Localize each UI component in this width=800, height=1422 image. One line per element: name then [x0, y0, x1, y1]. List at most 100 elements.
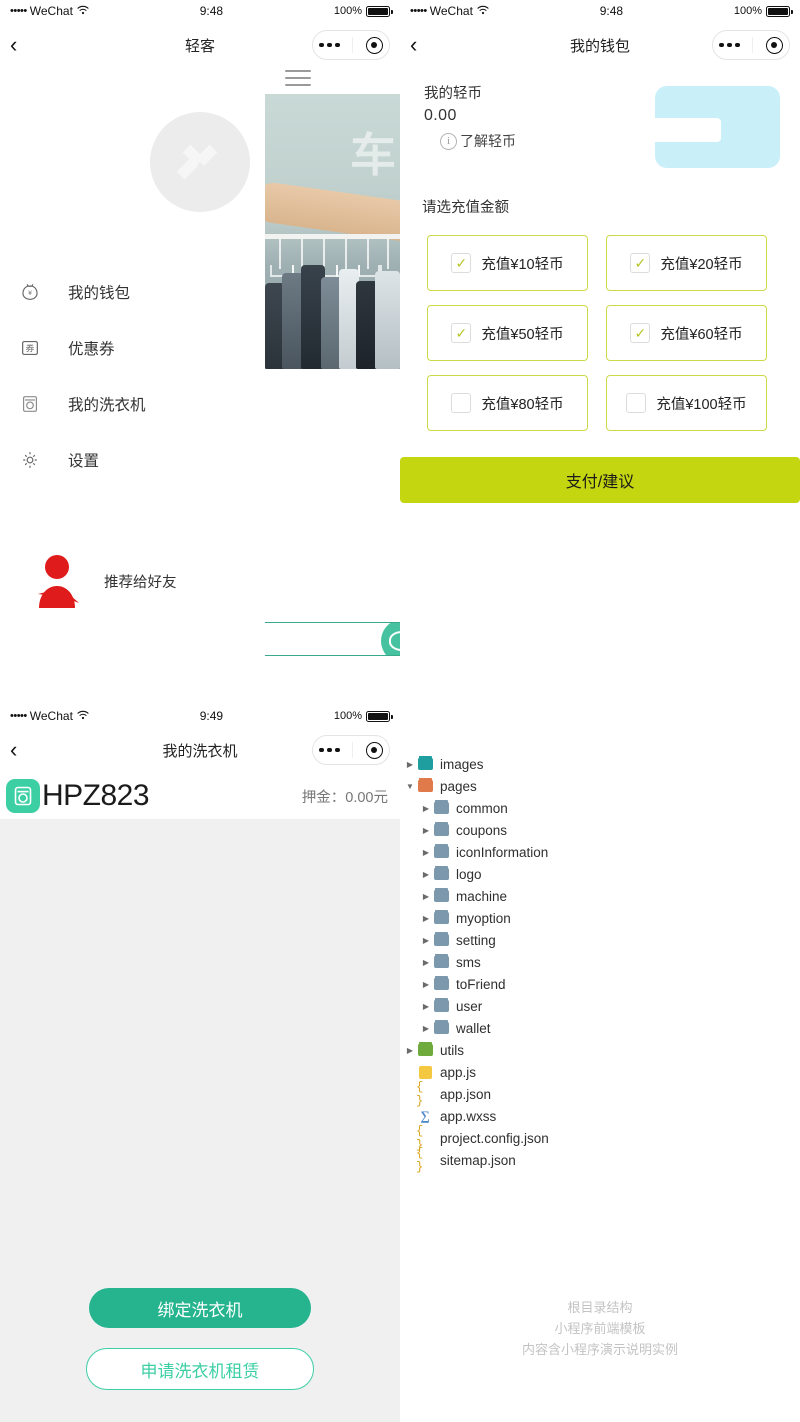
tree-item-label: sitemap.json [440, 1152, 516, 1168]
tree-item[interactable]: ▶ machine [400, 885, 800, 907]
recommend-to-friend-row[interactable]: 推荐给好友 [0, 550, 400, 612]
recharge-option[interactable]: ✓ 充值¥60轻币 [606, 305, 767, 361]
chevron-right-icon[interactable]: ▶ [420, 980, 432, 989]
tree-item[interactable]: ▶ sms [400, 951, 800, 973]
back-button[interactable]: ‹ [10, 739, 40, 761]
checkbox-icon[interactable] [451, 393, 472, 413]
wechat-capsule[interactable] [312, 30, 390, 60]
tree-item[interactable]: ▶ setting [400, 929, 800, 951]
chevron-right-icon[interactable]: ▶ [420, 848, 432, 857]
chevron-right-icon[interactable]: ▶ [420, 1002, 432, 1011]
wallet-balance-block: 我的轻币 0.00 i 了解轻币 [424, 82, 655, 151]
clock-label: 9:49 [199, 709, 224, 723]
recharge-option[interactable]: ✓ 充值¥10轻币 [427, 235, 588, 291]
close-target-icon[interactable] [765, 36, 783, 54]
wallet-panel: ••••• WeChat 9:48 100% ‹ 我的钱包 我的轻币 0.00 … [400, 0, 800, 700]
chevron-right-icon[interactable]: ▶ [420, 826, 432, 835]
tree-item[interactable]: { } app.json [400, 1080, 800, 1108]
more-icon[interactable] [719, 42, 740, 48]
photo-watermark: 车 [350, 129, 396, 181]
sidebar-item-settings[interactable]: 设置 [0, 432, 400, 488]
checkbox-icon[interactable]: ✓ [630, 253, 651, 273]
battery-icon [766, 5, 793, 17]
chevron-right-icon[interactable]: ▶ [420, 892, 432, 901]
wechat-capsule[interactable] [712, 30, 790, 60]
sidebar-item-label: 设置 [68, 453, 100, 470]
back-button[interactable]: ‹ [10, 34, 40, 56]
learn-coin-label: 了解轻币 [460, 133, 516, 149]
recharge-option[interactable]: 充值¥80轻币 [427, 375, 588, 431]
chevron-right-icon[interactable]: ▶ [420, 870, 432, 879]
wallet-bag-icon: ¥ [18, 280, 42, 304]
tree-item[interactable]: ▶ common [400, 797, 800, 819]
folder-icon [432, 1022, 450, 1034]
file-tree: ▶ images ▼ pages ▶ common ▶ coupons ▶ iconInforma… [400, 705, 800, 1175]
chevron-right-icon[interactable]: ▶ [404, 1046, 416, 1055]
tree-item-label: common [456, 800, 508, 816]
tree-item[interactable]: ▶ logo [400, 863, 800, 885]
tree-item[interactable]: ▶ iconInformation [400, 841, 800, 863]
more-icon[interactable] [319, 747, 340, 753]
recharge-amount-grid: ✓ 充值¥10轻币 ✓ 充值¥20轻币 ✓ 充值¥50轻币 ✓ 充值¥60轻币 … [400, 217, 800, 431]
wxss-file-icon: ∑ [420, 1108, 430, 1123]
recharge-option-label: 充值¥50轻币 [481, 326, 564, 343]
folder-icon [432, 846, 450, 858]
wifi-icon [477, 4, 489, 18]
recharge-option[interactable]: ✓ 充值¥50轻币 [427, 305, 588, 361]
tree-item[interactable]: ∑ app.wxss [400, 1105, 800, 1127]
tree-item[interactable]: ▶ utils [400, 1039, 800, 1061]
checkbox-icon[interactable] [626, 393, 647, 413]
wechat-capsule[interactable] [312, 735, 390, 765]
tree-item[interactable]: ▶ coupons [400, 819, 800, 841]
app-logo [150, 112, 250, 212]
chevron-right-icon[interactable]: ▶ [420, 804, 432, 813]
close-target-icon[interactable] [365, 741, 383, 759]
chevron-right-icon[interactable]: ▶ [420, 1024, 432, 1033]
hamburger-menu-icon[interactable] [285, 70, 311, 86]
tree-item-label: app.json [440, 1086, 492, 1102]
capsule-divider [352, 37, 354, 53]
watermark-line: 根目录结构 [567, 1300, 633, 1315]
tree-item[interactable]: ▶ user [400, 995, 800, 1017]
rent-washer-button[interactable]: 申请洗衣机租赁 [86, 1348, 314, 1390]
tree-item-label: myoption [456, 910, 511, 926]
folder-pages-icon [416, 780, 434, 792]
bind-washer-button[interactable]: 绑定洗衣机 [89, 1288, 311, 1328]
status-right: 100% [334, 710, 393, 722]
tree-item[interactable]: ▶ wallet [400, 1017, 800, 1039]
chevron-right-icon[interactable]: ▶ [404, 760, 416, 769]
checkbox-icon[interactable]: ✓ [451, 253, 472, 273]
sidebar-item-my-washer[interactable]: 我的洗衣机 [0, 376, 400, 432]
tree-item[interactable]: { } project.config.json [400, 1124, 800, 1152]
wifi-icon [77, 4, 89, 18]
chevron-right-icon[interactable]: ▶ [420, 958, 432, 967]
json-file-icon: { } [416, 1080, 424, 1108]
checkbox-icon[interactable]: ✓ [451, 323, 472, 343]
close-target-icon[interactable] [365, 36, 383, 54]
tree-item[interactable]: app.js [400, 1061, 800, 1083]
recharge-option[interactable]: 充值¥100轻币 [606, 375, 767, 431]
deposit-label: 押金：0.00元 [301, 789, 388, 806]
back-button[interactable]: ‹ [410, 34, 440, 56]
tree-item[interactable]: ▶ images [400, 753, 800, 775]
tree-item[interactable]: { } sitemap.json [400, 1146, 800, 1174]
chevron-right-icon[interactable]: ▶ [420, 914, 432, 923]
tree-item[interactable]: ▶ toFriend [400, 973, 800, 995]
tree-item[interactable]: ▼ pages [400, 775, 800, 797]
capsule-divider [352, 742, 354, 758]
pay-button[interactable]: 支付/建议 [400, 457, 800, 503]
json-file-icon: { } [416, 1146, 424, 1174]
watermark-line: 内容含小程序演示说明实例 [521, 1342, 678, 1357]
tree-item[interactable]: ▶ myoption [400, 907, 800, 929]
chevron-down-icon[interactable]: ▼ [404, 782, 416, 791]
sidebar-item-label: 优惠券 [68, 341, 115, 358]
machine-list-item[interactable]: HPZ823 押金：0.00元 [0, 773, 400, 819]
checkbox-icon[interactable]: ✓ [630, 323, 651, 343]
recharge-option-label: 充值¥100轻币 [656, 396, 747, 413]
tree-item-label: setting [456, 932, 496, 948]
chevron-right-icon[interactable]: ▶ [420, 936, 432, 945]
learn-coin-link[interactable]: i 了解轻币 [424, 131, 655, 151]
more-icon[interactable] [319, 42, 340, 48]
recharge-option[interactable]: ✓ 充值¥20轻币 [606, 235, 767, 291]
battery-percent-label: 100% [733, 5, 762, 17]
